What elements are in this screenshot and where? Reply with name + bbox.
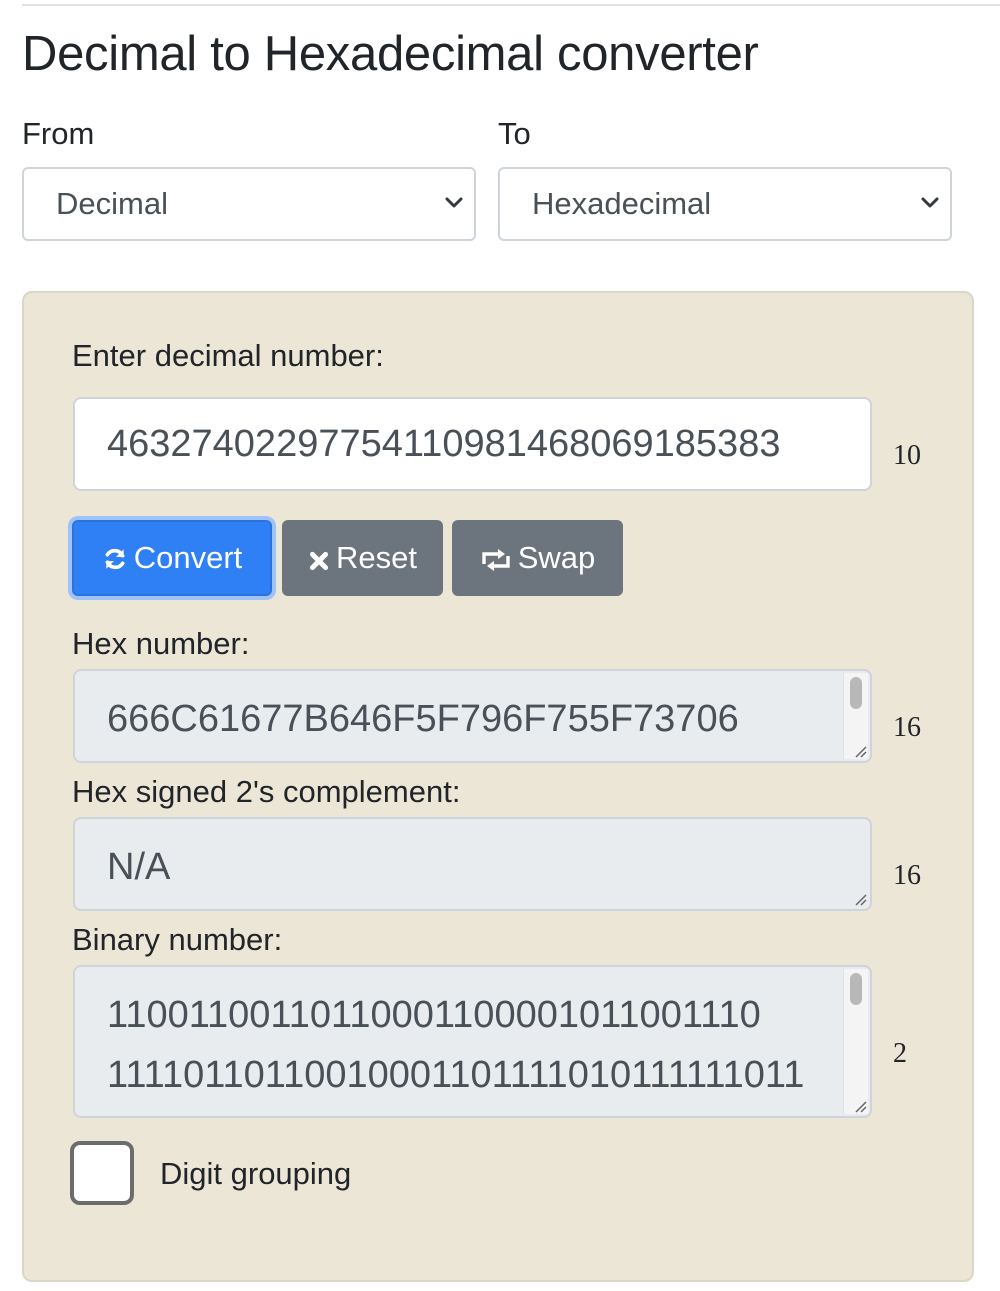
to-select[interactable]: Hexadecimal [498, 167, 952, 241]
hex-base-label: 16 [893, 712, 921, 743]
digit-grouping-label[interactable]: Digit grouping [160, 1156, 351, 1192]
binary-scrollbar-thumb[interactable] [850, 973, 862, 1005]
chevron-down-icon [445, 197, 463, 208]
hex-signed-output[interactable]: N/A [73, 817, 872, 911]
swap-button-label: Swap [517, 540, 596, 575]
reset-button-label: Reset [336, 540, 417, 575]
to-select-value: Hexadecimal [532, 186, 712, 221]
hex-number-output[interactable]: 666C61677B646F5F796F755F73706 5F6C6F7F7A… [73, 669, 872, 763]
page-title: Decimal to Hexadecimal converter [22, 27, 759, 81]
decimal-base-label: 10 [893, 440, 921, 471]
convert-button[interactable]: Convert [72, 520, 272, 596]
binary-number-label: Binary number: [72, 922, 283, 957]
resize-grip-icon[interactable] [853, 892, 867, 906]
decimal-input-label: Enter decimal number: [72, 338, 384, 373]
binary-base-label: 2 [893, 1038, 907, 1069]
resize-grip-icon[interactable] [853, 744, 867, 758]
binary-line-3: 0110010110111010101010111011011011 [107, 1105, 807, 1116]
reset-button[interactable]: Reset [282, 520, 443, 596]
close-icon [309, 551, 329, 571]
hex-line-2: 5F6C6F7F7A63327F73637F7F7363F [107, 749, 807, 761]
hex-signed-base-label: 16 [893, 860, 921, 891]
hex-line-1: 666C61677B646F5F796F755F73706 [107, 698, 739, 740]
from-select-value: Decimal [56, 186, 168, 221]
resize-grip-icon[interactable] [853, 1099, 867, 1113]
from-select[interactable]: Decimal [22, 167, 476, 241]
from-label: From [22, 116, 95, 151]
binary-scrollbar[interactable] [843, 969, 868, 1114]
binary-line-2: 11110110110010001101111010111111011 [107, 1054, 805, 1096]
decimal-input[interactable]: 46327402297754110981468069185383 [73, 397, 872, 491]
swap-icon [482, 549, 510, 571]
hex-scrollbar-thumb[interactable] [850, 677, 862, 709]
hex-number-label: Hex number: [72, 626, 250, 661]
swap-button[interactable]: Swap [452, 520, 623, 596]
hex-signed-label: Hex signed 2's complement: [72, 774, 461, 809]
binary-line-1: 11001100110110001100001011001110 [107, 994, 761, 1036]
chevron-down-icon [921, 197, 939, 208]
binary-number-output[interactable]: 11001100110110001100001011001110 1111011… [73, 965, 872, 1118]
refresh-icon [105, 548, 125, 570]
convert-button-label: Convert [133, 540, 243, 575]
top-divider [22, 4, 1000, 6]
to-label: To [498, 116, 531, 151]
digit-grouping-checkbox[interactable] [70, 1141, 134, 1205]
hex-signed-value: N/A [107, 846, 171, 888]
